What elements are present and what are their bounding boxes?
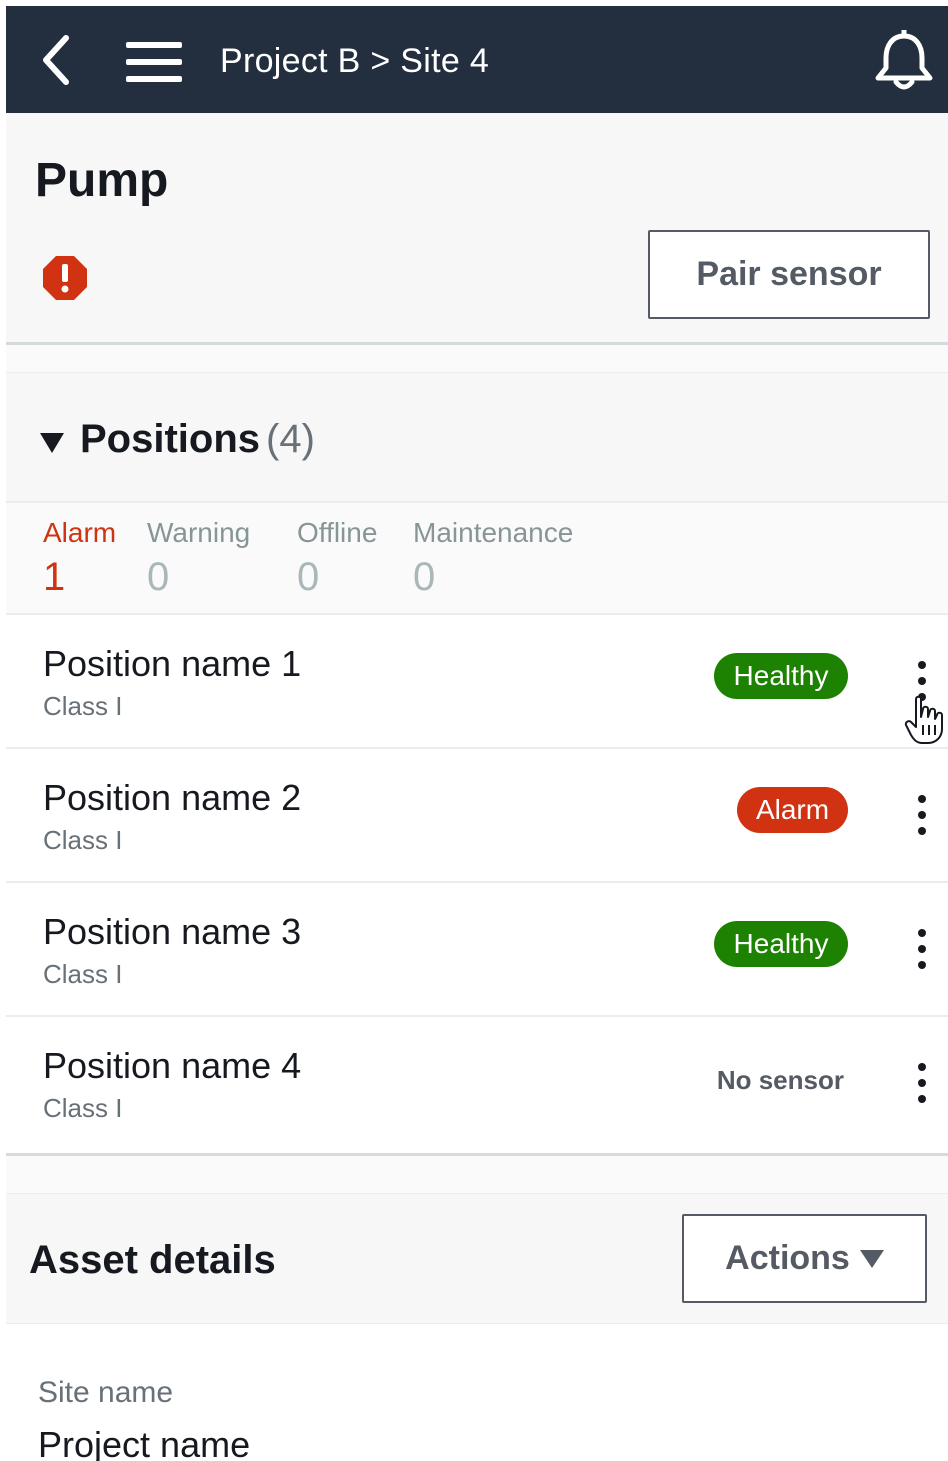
positions-count: (4) — [266, 417, 315, 461]
status-badge: Alarm — [737, 787, 848, 833]
no-sensor-label: No sensor — [716, 1065, 844, 1095]
page-title: Pump — [35, 154, 169, 207]
more-options-icon[interactable] — [912, 793, 932, 837]
position-name: Position name 4 — [43, 1045, 302, 1086]
stat-label: Offline — [297, 517, 378, 548]
stat-offline: Offline 0 — [297, 517, 377, 600]
positions-title-label: Positions — [80, 417, 261, 461]
field-value-site-name: Project name — [38, 1424, 251, 1461]
chevron-left-icon[interactable] — [36, 32, 76, 88]
bell-icon[interactable] — [874, 30, 934, 94]
pair-sensor-button[interactable]: Pair sensor — [648, 230, 930, 319]
status-summary: Alarm 1 Warning 0 Offline 0 Maintenance … — [6, 503, 948, 615]
stat-value: 0 — [413, 555, 436, 599]
position-row[interactable]: Position name 4 Class I No sensor — [6, 1017, 948, 1149]
actions-dropdown-button[interactable]: Actions — [682, 1214, 927, 1303]
position-class: Class I — [43, 959, 123, 989]
more-options-icon[interactable] — [912, 1061, 932, 1105]
hand-pointer-cursor-icon — [904, 695, 943, 744]
asset-details-title: Asset details — [29, 1238, 276, 1282]
stat-value: 1 — [43, 555, 66, 599]
stat-warning: Warning 0 — [147, 517, 250, 600]
app-frame: Project B > Site 4 Pump Pair sensor Posi… — [6, 6, 948, 1461]
position-name: Position name 2 — [43, 777, 302, 818]
caret-down-icon[interactable] — [40, 433, 64, 453]
asset-header: Pump Pair sensor — [6, 113, 948, 345]
asset-details-body: Site name Project name — [6, 1324, 948, 1461]
stat-value: 0 — [147, 555, 170, 599]
stat-alarm: Alarm 1 — [43, 517, 116, 600]
stat-maintenance: Maintenance 0 — [413, 517, 573, 600]
position-class: Class I — [43, 1093, 123, 1123]
position-class: Class I — [43, 825, 123, 855]
stat-label: Alarm — [43, 517, 117, 548]
asset-details-header: Asset details Actions — [6, 1193, 948, 1325]
position-class: Class I — [43, 691, 123, 721]
positions-section: Positions (4) Alarm 1 Warning 0 Offline 0… — [6, 372, 948, 1156]
field-label-site-name: Site name — [38, 1376, 174, 1409]
stat-label: Maintenance — [413, 517, 574, 548]
position-name: Position name 1 — [43, 643, 302, 684]
breadcrumb[interactable]: Project B > Site 4 — [220, 42, 489, 81]
position-name: Position name 3 — [43, 911, 302, 952]
top-navigation-bar: Project B > Site 4 — [6, 6, 948, 113]
status-badge: Healthy — [714, 653, 848, 699]
alert-octagon-icon — [43, 256, 87, 300]
positions-title: Positions (4) — [80, 417, 315, 462]
more-options-icon[interactable] — [912, 927, 932, 971]
positions-header[interactable]: Positions (4) — [6, 373, 948, 503]
status-badge: Healthy — [714, 921, 848, 967]
position-row[interactable]: Position name 1 Class I Healthy — [6, 615, 948, 749]
position-row[interactable]: Position name 3 Class I Healthy — [6, 883, 948, 1017]
stat-label: Warning — [147, 517, 251, 548]
actions-label: Actions — [725, 1239, 850, 1277]
caret-down-icon — [859, 1249, 884, 1268]
position-row[interactable]: Position name 2 Class I Alarm — [6, 749, 948, 883]
hamburger-menu-icon[interactable] — [126, 40, 182, 84]
stat-value: 0 — [297, 555, 320, 599]
